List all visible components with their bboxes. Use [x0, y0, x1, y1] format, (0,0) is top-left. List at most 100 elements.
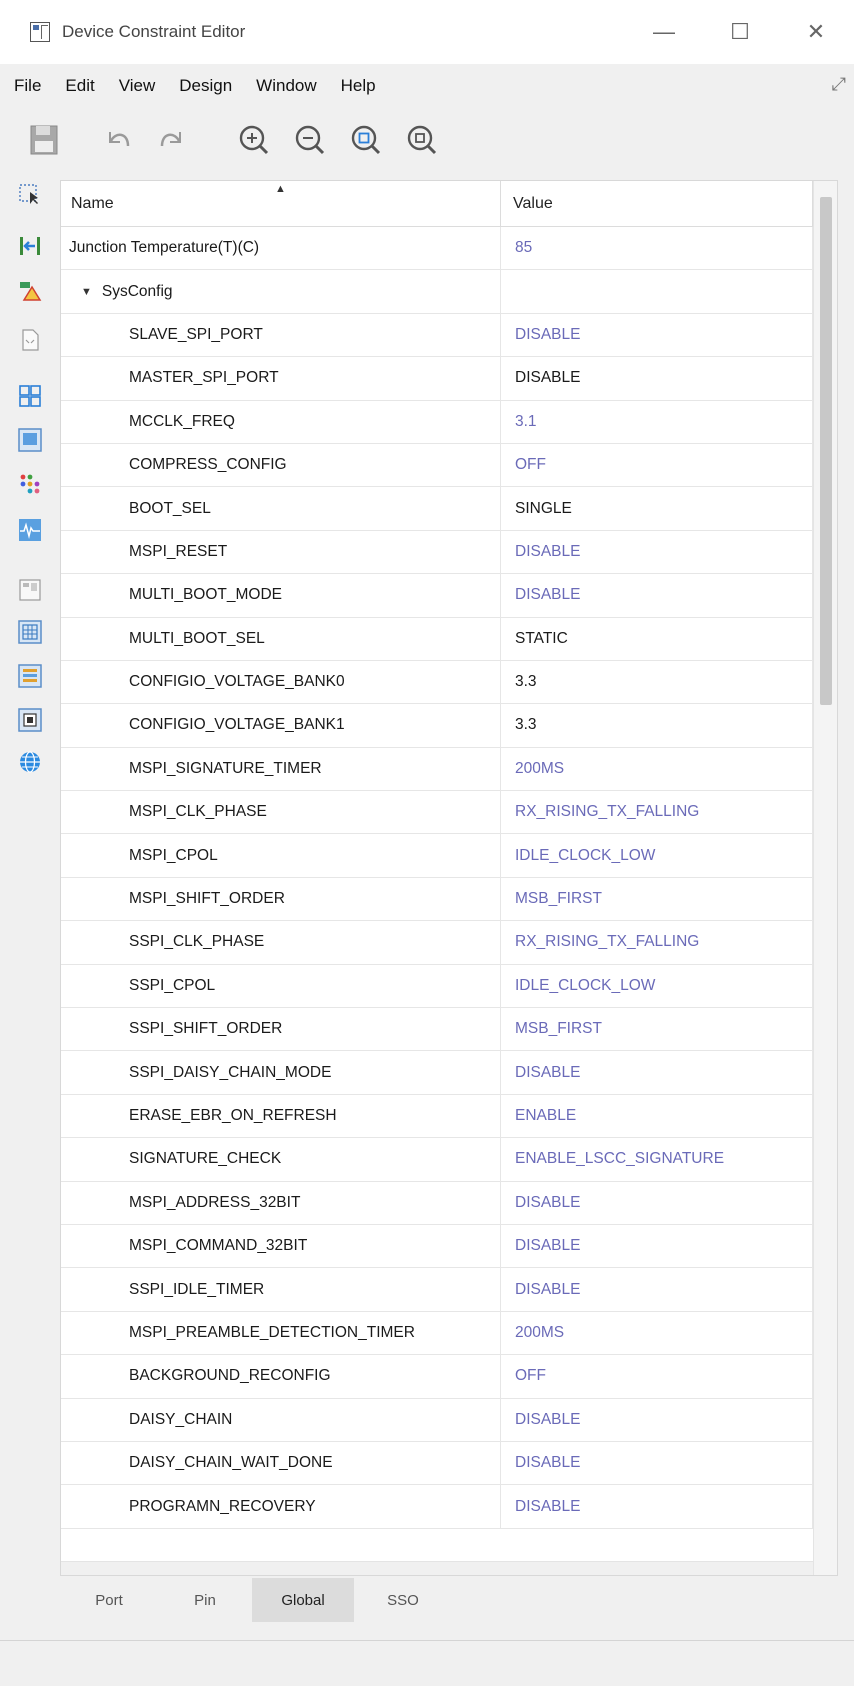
table-row[interactable]: BOOT_SEL SINGLE — [61, 487, 813, 531]
table-row[interactable]: PROGRAMN_RECOVERY DISABLE — [61, 1485, 813, 1529]
close-button[interactable]: ✕ — [778, 0, 854, 64]
palette-icon[interactable] — [18, 472, 42, 496]
table-row[interactable]: SSPI_IDLE_TIMER DISABLE — [61, 1268, 813, 1312]
tab-sso[interactable]: SSO — [354, 1578, 452, 1622]
table-row[interactable]: MSPI_COMMAND_32BIT DISABLE — [61, 1224, 813, 1269]
table-row[interactable]: SSPI_CLK_PHASE RX_RISING_TX_FALLING — [61, 921, 813, 965]
table-row[interactable]: MSPI_SHIFT_ORDER MSB_FIRST — [61, 877, 813, 922]
horizontal-scrollbar[interactable] — [61, 1561, 813, 1575]
cell-value[interactable]: DISABLE — [501, 1181, 813, 1224]
cell-value[interactable]: DISABLE — [501, 1268, 813, 1311]
tab-global[interactable]: Global — [252, 1578, 354, 1622]
restore-panel-icon[interactable]: ⤢ — [832, 74, 846, 95]
cell-value[interactable]: STATIC — [501, 617, 813, 660]
redo-icon[interactable] — [154, 122, 190, 158]
column-header-name[interactable]: ▲ Name — [61, 181, 501, 227]
table-row[interactable]: SSPI_CPOL IDLE_CLOCK_LOW — [61, 964, 813, 1009]
undo-icon[interactable] — [100, 122, 136, 158]
table-icon[interactable] — [18, 620, 42, 644]
cell-value[interactable]: RX_RISING_TX_FALLING — [501, 791, 813, 834]
cell-value[interactable]: DISABLE — [501, 1485, 813, 1528]
cell-value[interactable]: 3.3 — [501, 660, 813, 704]
cell-value[interactable]: RX_RISING_TX_FALLING — [501, 921, 813, 964]
cell-value[interactable]: DISABLE — [501, 530, 813, 574]
table-row[interactable]: MULTI_BOOT_MODE DISABLE — [61, 574, 813, 618]
save-icon[interactable] — [26, 122, 62, 158]
cell-value[interactable]: OFF — [501, 443, 813, 487]
globe-icon[interactable] — [18, 750, 42, 774]
table-row[interactable]: BACKGROUND_RECONFIG OFF — [61, 1355, 813, 1399]
cell-value[interactable]: 200MS — [501, 747, 813, 791]
tab-port[interactable]: Port — [60, 1578, 158, 1622]
cell-value[interactable]: 85 — [501, 227, 813, 270]
cell-value[interactable]: IDLE_CLOCK_LOW — [501, 964, 813, 1008]
table-row[interactable]: MSPI_ADDRESS_32BIT DISABLE — [61, 1181, 813, 1225]
cell-value[interactable]: MSB_FIRST — [501, 877, 813, 921]
table-row[interactable]: SLAVE_SPI_PORT DISABLE — [61, 313, 813, 358]
zoom-selection-icon[interactable] — [404, 122, 440, 158]
select-icon[interactable] — [18, 182, 42, 206]
table-row[interactable]: MSPI_CLK_PHASE RX_RISING_TX_FALLING — [61, 791, 813, 835]
list-icon[interactable] — [18, 664, 42, 688]
expand-collapse-icon[interactable]: ▼ — [81, 286, 92, 298]
zoom-fit-icon[interactable] — [348, 122, 384, 158]
table-row[interactable]: MASTER_SPI_PORT DISABLE — [61, 357, 813, 401]
grid-view-icon[interactable] — [18, 384, 42, 408]
waveform-icon[interactable] — [18, 518, 42, 542]
table-row[interactable]: MSPI_SIGNATURE_TIMER 200MS — [61, 747, 813, 792]
table-row[interactable]: MSPI_PREAMBLE_DETECTION_TIMER 200MS — [61, 1311, 813, 1356]
cell-value[interactable]: ENABLE_LSCC_SIGNATURE — [501, 1138, 813, 1181]
cell-value[interactable]: DISABLE — [501, 1441, 813, 1485]
menu-design[interactable]: Design — [179, 76, 232, 96]
table-row[interactable]: DAISY_CHAIN DISABLE — [61, 1398, 813, 1442]
cell-value[interactable]: DISABLE — [501, 574, 813, 617]
table-row[interactable]: SSPI_SHIFT_ORDER MSB_FIRST — [61, 1008, 813, 1052]
cell-value[interactable]: DISABLE — [501, 1051, 813, 1094]
menu-window[interactable]: Window — [256, 76, 316, 96]
table-row[interactable]: MULTI_BOOT_SEL STATIC — [61, 617, 813, 661]
cell-value[interactable]: OFF — [501, 1355, 813, 1398]
table-row[interactable]: Junction Temperature(T)(C) 85 — [61, 227, 813, 271]
menu-help[interactable]: Help — [341, 76, 376, 96]
cell-value[interactable]: MSB_FIRST — [501, 1008, 813, 1051]
table-row[interactable]: MSPI_CPOL IDLE_CLOCK_LOW — [61, 834, 813, 878]
scrollbar-thumb[interactable] — [820, 197, 832, 705]
table-row[interactable]: ▼ SysConfig — [61, 270, 813, 314]
cell-value[interactable]: DISABLE — [501, 1224, 813, 1268]
table-row[interactable]: CONFIGIO_VOLTAGE_BANK0 3.3 — [61, 660, 813, 705]
zoom-in-icon[interactable] — [236, 122, 272, 158]
table-row[interactable]: MSPI_RESET DISABLE — [61, 530, 813, 575]
cell-value[interactable]: DISABLE — [501, 313, 813, 357]
menu-view[interactable]: View — [119, 76, 156, 96]
cell-value[interactable]: 3.1 — [501, 400, 813, 443]
menu-edit[interactable]: Edit — [65, 76, 94, 96]
cell-value[interactable]: 200MS — [501, 1311, 813, 1355]
row-name-label: COMPRESS_CONFIG — [129, 456, 287, 474]
maximize-button[interactable]: ☐ — [702, 0, 778, 64]
device-view-icon[interactable] — [18, 578, 42, 602]
zoom-out-icon[interactable] — [292, 122, 328, 158]
table-row[interactable]: COMPRESS_CONFIG OFF — [61, 443, 813, 488]
cell-value[interactable]: 3.3 — [501, 704, 813, 747]
table-row[interactable]: DAISY_CHAIN_WAIT_DONE DISABLE — [61, 1441, 813, 1486]
cell-value[interactable]: ENABLE — [501, 1094, 813, 1138]
cell-value[interactable]: IDLE_CLOCK_LOW — [501, 834, 813, 877]
panel-icon[interactable] — [18, 428, 42, 452]
table-row[interactable]: SSPI_DAISY_CHAIN_MODE DISABLE — [61, 1051, 813, 1095]
cell-value[interactable]: SINGLE — [501, 487, 813, 530]
table-row[interactable]: SIGNATURE_CHECK ENABLE_LSCC_SIGNATURE — [61, 1138, 813, 1182]
vertical-scrollbar[interactable] — [813, 181, 837, 1575]
column-header-value[interactable]: Value — [501, 181, 813, 227]
table-row[interactable]: MCCLK_FREQ 3.1 — [61, 400, 813, 444]
file-icon[interactable] — [18, 328, 42, 352]
menu-file[interactable]: File — [14, 76, 41, 96]
minimize-button[interactable]: — — [626, 0, 702, 64]
table-row[interactable]: CONFIGIO_VOLTAGE_BANK1 3.3 — [61, 704, 813, 748]
table-row[interactable]: ERASE_EBR_ON_REFRESH ENABLE — [61, 1094, 813, 1139]
import-icon[interactable] — [18, 234, 42, 258]
drc-warning-icon[interactable] — [18, 278, 42, 302]
cell-value[interactable]: DISABLE — [501, 1398, 813, 1441]
package-icon[interactable] — [18, 708, 42, 732]
tab-pin[interactable]: Pin — [158, 1578, 252, 1622]
cell-value[interactable]: DISABLE — [501, 357, 813, 400]
